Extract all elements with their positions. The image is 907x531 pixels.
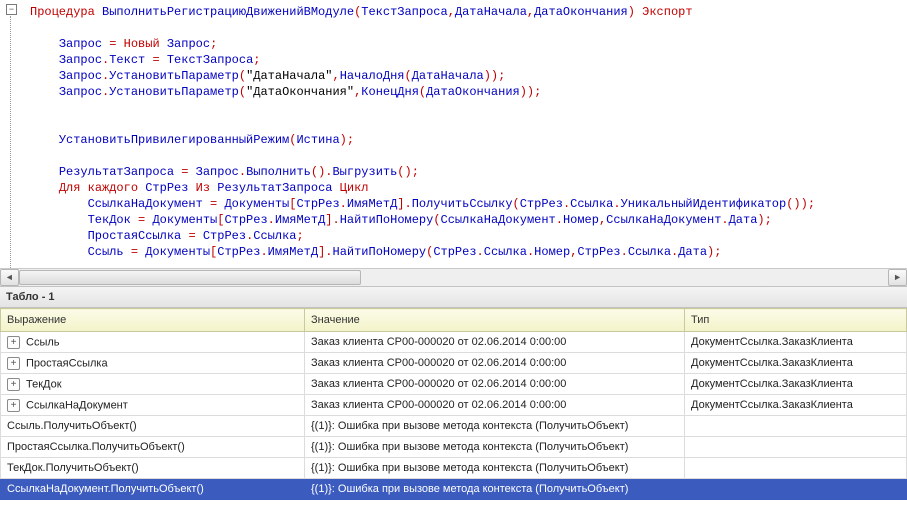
expand-icon[interactable]: +: [7, 336, 20, 349]
cell-type: [685, 458, 907, 479]
watch-grid[interactable]: Выражение Значение Тип + Ссыль Заказ клиен…: [0, 308, 907, 531]
cell-expression[interactable]: ПростаяСсылка.ПолучитьОбъект(): [1, 437, 305, 458]
expression-text: Ссыль.ПолучитьОбъект(): [7, 420, 137, 432]
watch-panel-title: Табло - 1: [0, 286, 907, 308]
table-row[interactable]: ПростаяСсылка.ПолучитьОбъект() {(1)}: Оши…: [1, 437, 907, 458]
app-root: − Процедура ВыполнитьРегистрациюДвижений…: [0, 0, 907, 531]
scroll-right-button[interactable]: ►: [888, 269, 907, 286]
cell-expression[interactable]: ТекДок.ПолучитьОбъект(): [1, 458, 305, 479]
fold-guide: [10, 16, 11, 268]
cell-type: ДокументСсылка.ЗаказКлиента: [685, 353, 907, 374]
scroll-thumb[interactable]: [19, 270, 361, 285]
cell-value: {(1)}: Ошибка при вызове метода контекст…: [305, 479, 685, 500]
watch-header-row: Выражение Значение Тип: [1, 309, 907, 332]
expression-text: Ссыль: [26, 336, 60, 348]
fold-gutter: −: [6, 4, 18, 15]
cell-type: ДокументСсылка.ЗаказКлиента: [685, 395, 907, 416]
editor-horizontal-scrollbar[interactable]: ◄ ►: [0, 268, 907, 286]
expression-text: СсылкаНаДокумент.ПолучитьОбъект(): [7, 483, 204, 495]
table-row[interactable]: + Ссыль Заказ клиента СР00-000020 от 02.06…: [1, 332, 907, 353]
expression-text: ПростаяСсылка: [26, 357, 108, 369]
fold-toggle-icon[interactable]: −: [6, 4, 17, 15]
table-row[interactable]: + ПростаяСсылка Заказ клиента СР00-000020 …: [1, 353, 907, 374]
expression-text: СсылкаНаДокумент: [26, 399, 128, 411]
cell-expression[interactable]: Ссыль.ПолучитьОбъект(): [1, 416, 305, 437]
cell-type: ДокументСсылка.ЗаказКлиента: [685, 332, 907, 353]
cell-type: ДокументСсылка.ЗаказКлиента: [685, 374, 907, 395]
cell-expression[interactable]: + СсылкаНаДокумент: [1, 395, 305, 416]
table-row[interactable]: + ТекДок Заказ клиента СР00-000020 от 02.0…: [1, 374, 907, 395]
cell-value: {(1)}: Ошибка при вызове метода контекст…: [305, 458, 685, 479]
cell-value: Заказ клиента СР00-000020 от 02.06.2014 …: [305, 353, 685, 374]
cell-expression[interactable]: + Ссыль: [1, 332, 305, 353]
cell-expression[interactable]: СсылкаНаДокумент.ПолучитьОбъект(): [1, 479, 305, 500]
expand-icon[interactable]: +: [7, 378, 20, 391]
cell-type: [685, 479, 907, 500]
cell-value: Заказ клиента СР00-000020 от 02.06.2014 …: [305, 395, 685, 416]
cell-type: [685, 416, 907, 437]
watch-table: Выражение Значение Тип + Ссыль Заказ клиен…: [0, 308, 907, 500]
code-editor[interactable]: − Процедура ВыполнитьРегистрациюДвижений…: [0, 0, 907, 268]
expression-text: ТекДок: [26, 378, 62, 390]
cell-value: Заказ клиента СР00-000020 от 02.06.2014 …: [305, 374, 685, 395]
scroll-left-button[interactable]: ◄: [0, 269, 19, 286]
col-header-value[interactable]: Значение: [305, 309, 685, 332]
col-header-type[interactable]: Тип: [685, 309, 907, 332]
table-row[interactable]: ТекДок.ПолучитьОбъект() {(1)}: Ошибка при…: [1, 458, 907, 479]
cell-expression[interactable]: + ТекДок: [1, 374, 305, 395]
expand-icon[interactable]: +: [7, 357, 20, 370]
cell-value: {(1)}: Ошибка при вызове метода контекст…: [305, 416, 685, 437]
col-header-expression[interactable]: Выражение: [1, 309, 305, 332]
cell-type: [685, 437, 907, 458]
expression-text: ТекДок.ПолучитьОбъект(): [7, 462, 139, 474]
table-row[interactable]: СсылкаНаДокумент.ПолучитьОбъект() {(1)}: …: [1, 479, 907, 500]
expression-text: ПростаяСсылка.ПолучитьОбъект(): [7, 441, 185, 453]
cell-value: Заказ клиента СР00-000020 от 02.06.2014 …: [305, 332, 685, 353]
table-row[interactable]: Ссыль.ПолучитьОбъект() {(1)}: Ошибка при …: [1, 416, 907, 437]
cell-expression[interactable]: + ПростаяСсылка: [1, 353, 305, 374]
code-content[interactable]: Процедура ВыполнитьРегистрациюДвиженийВМ…: [0, 0, 907, 268]
cell-value: {(1)}: Ошибка при вызове метода контекст…: [305, 437, 685, 458]
scroll-track[interactable]: [19, 270, 888, 285]
table-row[interactable]: + СсылкаНаДокумент Заказ клиента СР00-0000…: [1, 395, 907, 416]
expand-icon[interactable]: +: [7, 399, 20, 412]
